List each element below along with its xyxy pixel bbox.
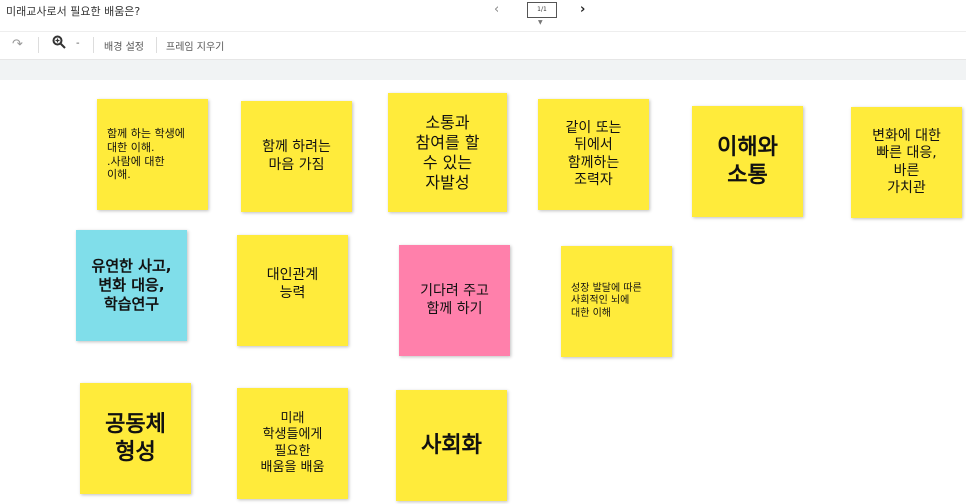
sticky-note[interactable]: 대인관계 능력: [237, 235, 348, 346]
sticky-note[interactable]: 기다려 주고 함께 하기: [399, 245, 510, 356]
zoom-icon[interactable]: [52, 35, 66, 52]
sticky-note[interactable]: 사회화: [396, 390, 507, 501]
clear-frame-button[interactable]: 프레임 지우기: [166, 38, 224, 53]
sticky-note[interactable]: 변화에 대한 빠른 대응, 바른 가치관: [851, 107, 962, 218]
toolbar: ↷ - 배경 설정 프레임 지우기: [0, 31, 966, 60]
prev-frame-button[interactable]: ‹: [494, 2, 499, 17]
note-text: 기다려 주고 함께 하기: [420, 283, 489, 317]
toolbar-divider: [156, 37, 157, 53]
note-text: 이해와 소통: [717, 135, 778, 188]
page-title: 미래교사로서 필요한 배움은?: [6, 5, 141, 18]
note-text: 미래 학생들에게 필요한 배움을 배움: [260, 411, 325, 475]
frame-indicator[interactable]: 1/1: [527, 2, 557, 18]
toolbar-divider: [93, 37, 94, 53]
note-text: 소통과 참여를 할 수 있는 자발성: [415, 112, 480, 192]
note-text: 성장 발달에 따른 사회적인 뇌에 대한 이해: [571, 282, 642, 319]
frame-strip: [0, 59, 966, 80]
sticky-note[interactable]: 함께 하려는 마음 가짐: [241, 101, 352, 212]
note-text: 유연한 사고, 변화 대응, 학습연구: [91, 257, 172, 313]
chevron-down-icon[interactable]: ▼: [538, 19, 543, 26]
sticky-note[interactable]: 같이 또는 뒤에서 함께하는 조력자: [538, 99, 649, 210]
note-text: 함께 하는 학생에 대한 이해. .사람에 대한 이해.: [107, 127, 185, 182]
background-settings-button[interactable]: 배경 설정: [104, 38, 144, 53]
next-frame-button[interactable]: ›: [580, 2, 585, 17]
sticky-note[interactable]: 공동체 형성: [80, 383, 191, 494]
sticky-note[interactable]: 이해와 소통: [692, 106, 803, 217]
note-text: 대인관계 능력: [266, 267, 319, 301]
sticky-note[interactable]: 유연한 사고, 변화 대응, 학습연구: [76, 230, 187, 341]
sticky-note[interactable]: 미래 학생들에게 필요한 배움을 배움: [237, 388, 348, 499]
note-text: 변화에 대한 빠른 대응, 바른 가치관: [872, 127, 941, 197]
sticky-note[interactable]: 함께 하는 학생에 대한 이해. .사람에 대한 이해.: [97, 99, 208, 210]
zoom-out-button[interactable]: -: [76, 38, 80, 49]
sticky-note[interactable]: 소통과 참여를 할 수 있는 자발성: [388, 93, 507, 212]
note-text: 공동체 형성: [105, 412, 166, 465]
sticky-note[interactable]: 성장 발달에 따른 사회적인 뇌에 대한 이해: [561, 246, 672, 357]
redo-icon[interactable]: ↷: [12, 37, 23, 52]
top-bar: 미래교사로서 필요한 배움은? ‹ 1/1 ▼ ›: [0, 0, 966, 30]
toolbar-divider: [38, 37, 39, 53]
note-text: 함께 하려는 마음 가짐: [262, 139, 331, 173]
note-text: 같이 또는 뒤에서 함께하는 조력자: [565, 119, 622, 189]
magnifier-icon: [52, 35, 66, 49]
note-text: 사회화: [421, 432, 482, 458]
